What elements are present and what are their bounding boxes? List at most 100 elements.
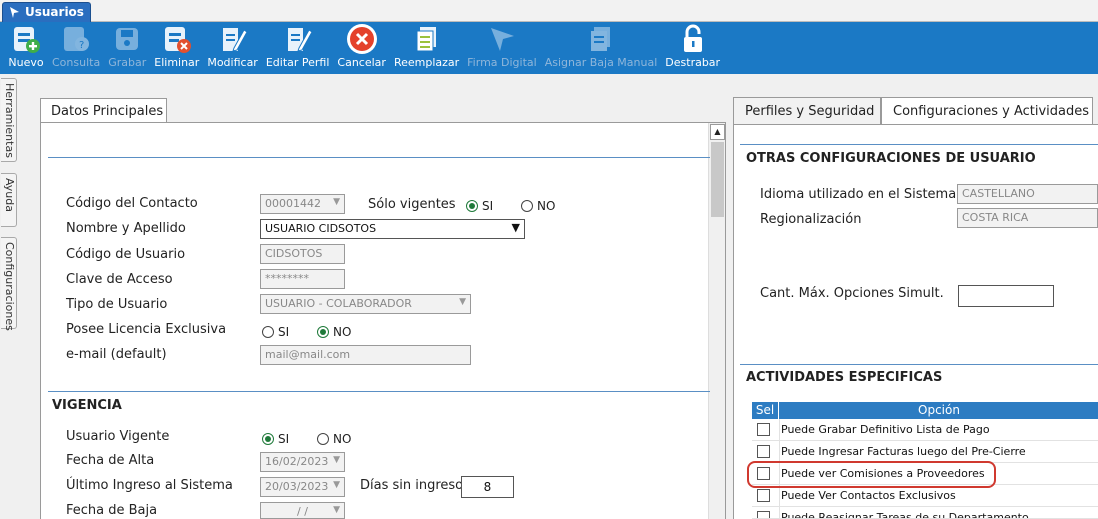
email-label: e-mail (default) <box>66 347 167 362</box>
usuario-vigente-si-radio[interactable]: SI <box>262 432 289 446</box>
editar-perfil-button[interactable]: Editar Perfil <box>262 22 334 74</box>
fecha-baja-field[interactable]: / / ▼ <box>260 502 345 519</box>
checkbox[interactable] <box>757 445 770 458</box>
usuarios-tab-label: Usuarios <box>25 5 84 19</box>
dias-sin-ingreso-label: Días sin ingreso <box>360 478 464 493</box>
list-item[interactable]: Puede Ingresar Facturas luego del Pre-Ci… <box>752 441 1098 463</box>
clave-value: ******** <box>265 272 309 285</box>
fecha-alta-label: Fecha de Alta <box>66 453 155 468</box>
clave-field[interactable]: ******** <box>260 269 345 289</box>
highlight-annotation <box>747 461 996 488</box>
list-item[interactable]: Puede Ver Contactos Exclusivos <box>752 485 1098 507</box>
solo-vigentes-si-radio[interactable]: SI <box>466 199 493 213</box>
tab-datos-principales-label: Datos Principales <box>51 104 164 119</box>
consulta-button[interactable]: ? Consulta <box>48 22 104 74</box>
column-separator <box>779 485 780 507</box>
fecha-alta-field[interactable]: 16/02/2023 ▼ <box>260 452 345 472</box>
fecha-alta-value: 16/02/2023 <box>265 455 329 468</box>
otras-config-title: OTRAS CONFIGURACIONES DE USUARIO <box>746 151 1036 166</box>
modificar-button[interactable]: Modificar <box>203 22 262 74</box>
scroll-thumb[interactable] <box>711 142 724 217</box>
col-opcion-header[interactable]: Opción <box>780 402 1098 419</box>
scroll-up-icon[interactable]: ▲ <box>710 124 725 140</box>
codigo-contacto-value: 00001442 <box>265 197 321 210</box>
tab-configuraciones-actividades[interactable]: Configuraciones y Actividades <box>881 97 1093 125</box>
codigo-contacto-select[interactable]: 00001442 ▼ <box>260 194 345 214</box>
usuarios-tab[interactable]: Usuarios <box>2 2 91 22</box>
side-tab-configuraciones[interactable]: Configuraciones <box>1 237 17 331</box>
svg-text:?: ? <box>79 40 84 51</box>
checkbox[interactable] <box>757 423 770 436</box>
grabar-button[interactable]: Grabar <box>104 22 150 74</box>
cancelar-button[interactable]: Cancelar <box>333 22 390 74</box>
licencia-si-text: SI <box>278 325 290 339</box>
licencia-si-radio[interactable]: SI <box>262 325 289 339</box>
section-divider <box>48 391 710 392</box>
idioma-label: Idioma utilizado en el Sistema <box>760 187 957 202</box>
side-tab-herramientas[interactable]: Herramientas <box>1 78 17 162</box>
codigo-usuario-field[interactable]: CIDSOTOS <box>260 244 345 264</box>
checkbox[interactable] <box>757 489 770 502</box>
assign-removal-icon <box>583 22 619 56</box>
nombre-label: Nombre y Apellido <box>66 221 186 236</box>
usuario-vigente-no-radio[interactable]: NO <box>317 432 351 446</box>
checkbox[interactable] <box>757 511 770 518</box>
email-field[interactable]: mail@mail.com <box>260 345 471 365</box>
cancelar-label: Cancelar <box>337 56 386 69</box>
eliminar-button[interactable]: Eliminar <box>150 22 203 74</box>
chevron-down-icon: ▼ <box>333 455 340 465</box>
section-divider <box>740 144 1098 145</box>
solo-vigentes-no-radio[interactable]: NO <box>521 199 555 213</box>
option-text: Puede Grabar Definitivo Lista de Pago <box>781 423 990 436</box>
option-text: Puede Reasignar Tareas de su Departament… <box>781 511 1029 519</box>
chevron-down-icon: ▼ <box>333 505 340 515</box>
tipo-usuario-select[interactable]: USUARIO - COLABORADOR ▼ <box>260 294 471 314</box>
tipo-usuario-value: USUARIO - COLABORADOR <box>265 297 412 310</box>
list-item[interactable]: Puede Reasignar Tareas de su Departament… <box>752 507 1098 519</box>
side-tab-configuraciones-label: Configuraciones <box>3 242 16 331</box>
list-item[interactable]: Puede Grabar Definitivo Lista de Pago <box>752 419 1098 441</box>
side-tab-herramientas-label: Herramientas <box>3 83 16 158</box>
dias-sin-ingreso-field[interactable]: 8 <box>461 476 514 498</box>
fecha-baja-value: / / <box>297 505 308 518</box>
regionalizacion-label: Regionalización <box>760 212 862 227</box>
nombre-select[interactable]: USUARIO CIDSOTOS ▼ <box>260 219 525 239</box>
digital-signature-icon <box>484 22 520 56</box>
modificar-label: Modificar <box>207 56 258 69</box>
destrabar-label: Destrabar <box>665 56 721 69</box>
vertical-scrollbar[interactable]: ▲ <box>708 123 725 519</box>
column-separator <box>779 419 780 441</box>
idioma-field[interactable]: CASTELLANO <box>957 184 1098 204</box>
eliminar-label: Eliminar <box>154 56 200 69</box>
asignar-baja-manual-button[interactable]: Asignar Baja Manual <box>541 22 662 74</box>
nuevo-button[interactable]: Nuevo <box>4 22 48 74</box>
tab-datos-principales[interactable]: Datos Principales <box>40 98 167 123</box>
solo-vigentes-label: Sólo vigentes <box>368 197 456 212</box>
licencia-no-radio[interactable]: NO <box>317 325 351 339</box>
side-tab-ayuda[interactable]: Ayuda <box>1 173 17 227</box>
regionalizacion-value: COSTA RICA <box>962 211 1029 224</box>
consulta-label: Consulta <box>52 56 101 69</box>
regionalizacion-field[interactable]: COSTA RICA <box>957 208 1098 228</box>
side-tabs: Herramientas Ayuda Configuraciones <box>0 78 18 519</box>
codigo-contacto-label: Código del Contacto <box>66 196 198 211</box>
licencia-no-text: NO <box>333 325 352 339</box>
tab-perfiles-seguridad[interactable]: Perfiles y Seguridad <box>733 97 881 125</box>
option-text: Puede Ingresar Facturas luego del Pre-Ci… <box>781 445 1026 458</box>
usuario-vigente-si-text: SI <box>278 432 290 446</box>
ultimo-ingreso-field[interactable]: 20/03/2023 ▼ <box>260 477 345 497</box>
reemplazar-button[interactable]: Reemplazar <box>390 22 463 74</box>
licencia-label: Posee Licencia Exclusiva <box>66 322 227 337</box>
col-sel-header[interactable]: Sel <box>752 402 779 419</box>
ultimo-ingreso-value: 20/03/2023 <box>265 480 329 493</box>
destrabar-button[interactable]: Destrabar <box>661 22 724 74</box>
actividades-title: ACTIVIDADES ESPECIFICAS <box>746 370 943 385</box>
editar-perfil-label: Editar Perfil <box>265 56 330 69</box>
edit-document-icon <box>215 22 251 56</box>
cancel-icon <box>344 22 380 56</box>
grabar-label: Grabar <box>108 56 147 69</box>
ultimo-ingreso-label: Último Ingreso al Sistema <box>66 478 233 493</box>
cant-max-field[interactable] <box>958 285 1054 307</box>
idioma-value: CASTELLANO <box>962 187 1035 200</box>
firma-digital-button[interactable]: Firma Digital <box>463 22 541 74</box>
